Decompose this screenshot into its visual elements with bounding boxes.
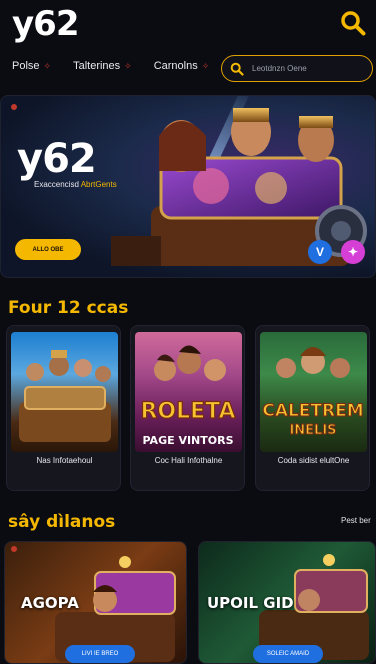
search-placeholder: Leotdnzn Oene <box>252 64 307 73</box>
nav-item-talterines[interactable]: Talterines ✧ <box>73 60 132 72</box>
chevron-down-icon[interactable]: V <box>308 240 332 264</box>
caletrem-title: CALETREM <box>262 401 363 421</box>
tagline-part: Exaccencisd <box>34 180 79 189</box>
see-more-link[interactable]: Pest ber <box>341 516 371 525</box>
game-card[interactable]: ROLETA PAGE VINTORS Coc Hali Infothalne <box>130 325 245 491</box>
game-thumbnail: CALETREM INELIS <box>260 332 367 452</box>
game-caption: Coc Hali Infothalne <box>154 456 223 465</box>
search-icon[interactable] <box>340 10 366 36</box>
play-button[interactable]: LIVI IE BREO <box>65 645 135 663</box>
live-game-card[interactable]: UPOIL GID SOLEIC AMAID <box>198 541 376 664</box>
nav-label: Polse <box>12 60 40 72</box>
nav-label: Talterines <box>73 60 121 72</box>
fire-icon: ✧ <box>124 60 132 71</box>
hero-tagline: Exaccencisd AbrtGents <box>34 180 117 189</box>
tagline-highlight: AbrtGents <box>80 180 117 189</box>
main-nav: Polse ✧ Talterines ✧ Carnolns ✧ <box>12 60 231 72</box>
fire-icon: ✧ <box>201 60 210 71</box>
logo[interactable]: y62 <box>12 4 79 44</box>
logo-text: y62 <box>12 4 79 44</box>
featured-section-title: Four 12 ccas <box>8 298 129 318</box>
roleta-title: ROLETA <box>140 399 235 424</box>
nav-label: Carnolns <box>153 60 198 72</box>
game-card[interactable]: CALETREM INELIS Coda sidist elultOne <box>255 325 370 491</box>
game-caption: Coda sidist elultOne <box>277 456 350 465</box>
live-game-title: AGOPA <box>21 594 79 612</box>
play-button[interactable]: SOLEIC AMAID <box>253 645 323 663</box>
game-card[interactable]: Nas Infotaehoul <box>6 325 121 491</box>
fire-icon: ✧ <box>43 60 52 71</box>
nav-item-polse[interactable]: Polse ✧ <box>12 60 51 72</box>
hero-brand: y62 <box>17 136 97 182</box>
app-header: y62 Polse ✧ Talterines ✧ Carnolns ✧ Leotdnz… <box>0 0 376 92</box>
game-thumbnail: ROLETA PAGE VINTORS <box>135 332 242 452</box>
game-caption: Nas Infotaehoul <box>36 456 93 465</box>
sparkle-icon[interactable]: ✦ <box>341 240 365 264</box>
game-thumbnail <box>11 332 118 452</box>
search-input[interactable]: Leotdnzn Oene <box>221 55 373 82</box>
live-game-card[interactable]: AGOPA LIVI IE BREO <box>4 541 187 664</box>
hero-indicator <box>11 104 17 110</box>
hero-cta-button[interactable]: ALLO OBE <box>15 239 81 260</box>
live-section-title: sây dìlanos <box>8 512 116 532</box>
search-icon <box>230 62 244 76</box>
caletrem-subtitle: INELIS <box>289 423 336 438</box>
live-indicator <box>11 546 17 552</box>
live-game-title: UPOIL GID <box>207 594 294 612</box>
nav-item-carnolns[interactable]: Carnolns ✧ <box>154 60 210 72</box>
roleta-subtitle: PAGE VINTORS <box>143 434 234 447</box>
